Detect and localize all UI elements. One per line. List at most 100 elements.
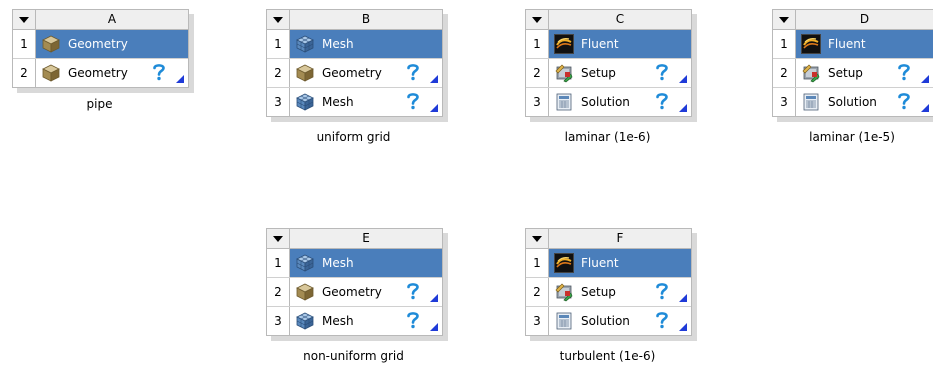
row-number: 2 bbox=[13, 59, 36, 87]
geometry-icon bbox=[40, 33, 62, 55]
cell-label: Mesh bbox=[322, 256, 354, 270]
cell-label: Mesh bbox=[322, 95, 354, 109]
system-f: F 1 Fluent 2 Setup 3 Solution turbulent (1e-6) bbox=[525, 228, 692, 363]
question-mark-icon bbox=[406, 63, 420, 81]
cell-geometry[interactable]: Geometry bbox=[36, 30, 188, 58]
system-letter: C bbox=[615, 12, 625, 26]
question-mark-icon bbox=[655, 282, 669, 300]
system-menu-button[interactable] bbox=[773, 10, 796, 29]
geometry-icon bbox=[294, 62, 316, 84]
corner-triangle-icon bbox=[430, 294, 438, 302]
fluent-icon bbox=[800, 33, 822, 55]
cell-fluent[interactable]: Fluent bbox=[549, 249, 691, 277]
system-name[interactable]: non-uniform grid bbox=[266, 349, 441, 363]
corner-triangle-icon bbox=[430, 104, 438, 112]
setup-icon bbox=[800, 62, 822, 84]
system-menu-button[interactable] bbox=[267, 229, 290, 248]
cell-setup[interactable]: Setup bbox=[549, 59, 691, 87]
cell-label: Mesh bbox=[322, 37, 354, 51]
setup-icon bbox=[553, 281, 575, 303]
cell-fluent[interactable]: Fluent bbox=[549, 30, 691, 58]
cell-setup[interactable]: Setup bbox=[796, 59, 933, 87]
system-c: C 1 Fluent 2 Setup 3 Solution laminar (1e-6) bbox=[525, 9, 692, 144]
system-menu-button[interactable] bbox=[526, 10, 549, 29]
question-mark-icon bbox=[406, 311, 420, 329]
system-header: B bbox=[267, 10, 442, 30]
cell-label: Solution bbox=[828, 95, 877, 109]
cell-solution[interactable]: Solution bbox=[549, 88, 691, 116]
cell-row: 2 Geometry bbox=[13, 58, 188, 87]
cell-solution[interactable]: Solution bbox=[796, 88, 933, 116]
question-mark-icon bbox=[152, 63, 166, 81]
system-header: E bbox=[267, 229, 442, 249]
system-box: B 1 Mesh 2 Geometry 3 Mesh bbox=[266, 9, 443, 117]
row-number: 1 bbox=[526, 249, 549, 277]
cell-row: 3 Solution bbox=[526, 306, 691, 335]
system-header: F bbox=[526, 229, 691, 249]
cell-fluent[interactable]: Fluent bbox=[796, 30, 933, 58]
corner-triangle-icon bbox=[679, 75, 687, 83]
cell-row: 1 Mesh bbox=[267, 249, 442, 277]
cell-label: Solution bbox=[581, 314, 630, 328]
row-number: 1 bbox=[267, 249, 290, 277]
cell-row: 3 Mesh bbox=[267, 306, 442, 335]
cell-mesh[interactable]: Mesh bbox=[290, 249, 442, 277]
cell-geometry[interactable]: Geometry bbox=[290, 278, 442, 306]
geometry-icon bbox=[294, 281, 316, 303]
cell-label: Setup bbox=[581, 285, 616, 299]
cell-label: Geometry bbox=[322, 285, 382, 299]
mesh-icon bbox=[294, 91, 316, 113]
cell-geometry[interactable]: Geometry bbox=[36, 59, 188, 87]
cell-row: 1 Geometry bbox=[13, 30, 188, 58]
row-number: 3 bbox=[526, 88, 549, 116]
system-menu-button[interactable] bbox=[267, 10, 290, 29]
system-header: A bbox=[13, 10, 188, 30]
system-letter: B bbox=[361, 12, 371, 26]
system-name[interactable]: turbulent (1e-6) bbox=[525, 349, 690, 363]
cell-mesh[interactable]: Mesh bbox=[290, 88, 442, 116]
cell-label: Setup bbox=[581, 66, 616, 80]
row-number: 2 bbox=[773, 59, 796, 87]
row-number: 1 bbox=[526, 30, 549, 58]
cell-label: Solution bbox=[581, 95, 630, 109]
cell-setup[interactable]: Setup bbox=[549, 278, 691, 306]
system-box: A 1 Geometry 2 Geometry bbox=[12, 9, 189, 88]
cell-mesh[interactable]: Mesh bbox=[290, 30, 442, 58]
geometry-icon bbox=[40, 62, 62, 84]
row-number: 1 bbox=[267, 30, 290, 58]
solution-icon bbox=[553, 310, 575, 332]
corner-triangle-icon bbox=[679, 104, 687, 112]
cell-row: 1 Fluent bbox=[773, 30, 933, 58]
system-name[interactable]: uniform grid bbox=[266, 130, 441, 144]
system-box: E 1 Mesh 2 Geometry 3 Mesh bbox=[266, 228, 443, 336]
cell-row: 1 Mesh bbox=[267, 30, 442, 58]
dropdown-arrow-icon bbox=[532, 16, 542, 23]
mesh-icon bbox=[294, 33, 316, 55]
mesh-icon bbox=[294, 252, 316, 274]
dropdown-arrow-icon bbox=[779, 16, 789, 23]
system-letter: E bbox=[362, 231, 370, 245]
mesh-icon bbox=[294, 310, 316, 332]
dropdown-arrow-icon bbox=[532, 235, 542, 242]
system-letter: F bbox=[616, 231, 624, 245]
system-name[interactable]: pipe bbox=[12, 97, 187, 111]
row-number: 3 bbox=[526, 307, 549, 335]
cell-row: 2 Setup bbox=[526, 277, 691, 306]
row-number: 2 bbox=[267, 59, 290, 87]
cell-solution[interactable]: Solution bbox=[549, 307, 691, 335]
system-name[interactable]: laminar (1e-6) bbox=[525, 130, 690, 144]
system-d: D 1 Fluent 2 Setup 3 Solution laminar (1e-5) bbox=[772, 9, 933, 144]
system-menu-button[interactable] bbox=[13, 10, 36, 29]
system-menu-button[interactable] bbox=[526, 229, 549, 248]
row-number: 2 bbox=[526, 59, 549, 87]
cell-row: 2 Geometry bbox=[267, 58, 442, 87]
dropdown-arrow-icon bbox=[19, 16, 29, 23]
cell-geometry[interactable]: Geometry bbox=[290, 59, 442, 87]
system-box: C 1 Fluent 2 Setup 3 Solution bbox=[525, 9, 692, 117]
cell-row: 1 Fluent bbox=[526, 30, 691, 58]
cell-mesh[interactable]: Mesh bbox=[290, 307, 442, 335]
system-name[interactable]: laminar (1e-5) bbox=[772, 130, 932, 144]
system-letter: A bbox=[107, 12, 117, 26]
system-box: D 1 Fluent 2 Setup 3 Solution bbox=[772, 9, 933, 117]
row-number: 3 bbox=[773, 88, 796, 116]
